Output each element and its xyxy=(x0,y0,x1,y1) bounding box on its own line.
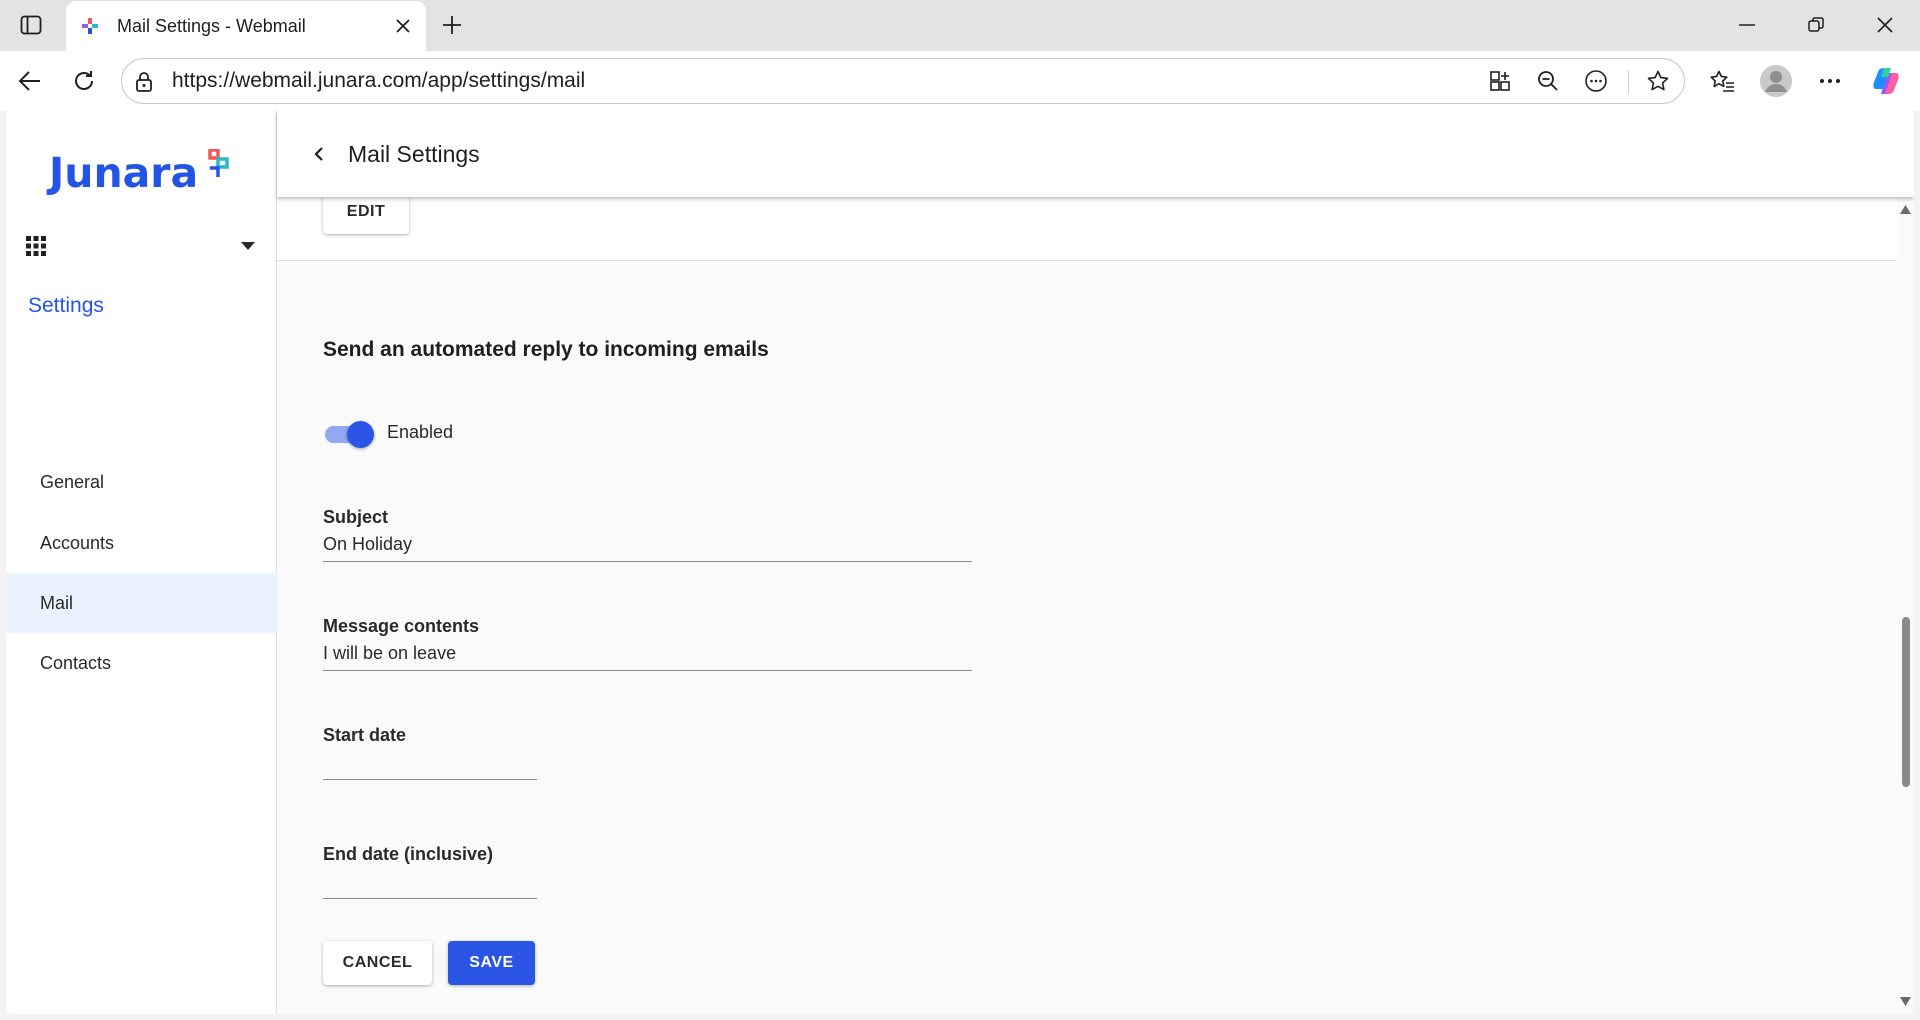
sidebar-item-label: Mail xyxy=(40,593,74,613)
sidebar-toggle-icon xyxy=(20,15,42,35)
refresh-icon xyxy=(75,71,93,90)
tab-actions-button[interactable] xyxy=(14,10,48,40)
content-header: Mail Settings xyxy=(277,111,1914,197)
grid-apps-icon xyxy=(1490,71,1510,91)
browser-tab-active[interactable]: Mail Settings - Webmail xyxy=(66,1,426,51)
page-title: Mail Settings xyxy=(348,141,480,167)
tab-close-button[interactable] xyxy=(386,9,420,43)
star-icon xyxy=(1647,70,1669,91)
app-available-button[interactable] xyxy=(1485,66,1515,96)
profile-button[interactable] xyxy=(1756,61,1796,101)
start-date-label: Start date xyxy=(323,725,407,745)
sidebar-item-accounts[interactable]: Accounts xyxy=(6,513,277,573)
scroll-down-arrow-icon[interactable] xyxy=(1900,997,1911,1006)
previous-setting-card: EDIT xyxy=(277,197,1897,261)
grid-apps-icon[interactable] xyxy=(22,232,50,260)
logo-text: Junara xyxy=(49,149,199,197)
settings-section-label: Settings xyxy=(28,294,104,317)
sidebar-item-label: Contacts xyxy=(40,653,112,673)
auto-reply-toggle[interactable] xyxy=(323,419,375,449)
toggle-label: Enabled xyxy=(387,422,454,442)
junara-favicon-icon xyxy=(78,14,102,38)
browser-toolbar: https://webmail.junara.com/app/settings/… xyxy=(0,51,1920,111)
back-button[interactable] xyxy=(303,138,335,170)
sidebar-item-label: General xyxy=(40,472,105,492)
zoom-out-icon xyxy=(1538,71,1558,91)
junara-logo-mark-icon xyxy=(208,149,229,177)
browser-menu-button[interactable] xyxy=(1810,61,1850,101)
more-horizontal-icon xyxy=(1820,79,1840,83)
copilot-button[interactable] xyxy=(1866,61,1906,101)
window-close-button[interactable] xyxy=(1852,0,1918,50)
address-bar[interactable]: https://webmail.junara.com/app/settings/… xyxy=(121,58,1685,104)
favorites-list-icon xyxy=(1710,70,1734,92)
settings-content[interactable]: EDIT Send an automated reply to incoming… xyxy=(277,197,1897,1014)
favorites-button[interactable] xyxy=(1702,61,1742,101)
copilot-icon xyxy=(1873,68,1899,94)
auto-reply-title: Send an automated reply to incoming emai… xyxy=(323,338,769,361)
web-page: Junara Settings General Accounts Mail Co… xyxy=(6,111,1914,1014)
zoom-button[interactable] xyxy=(1533,66,1563,96)
avatar-icon xyxy=(1760,65,1792,97)
chevron-left-icon xyxy=(314,147,323,161)
sidebar: Junara Settings General Accounts Mail Co… xyxy=(6,111,277,1014)
caret-down-icon[interactable] xyxy=(234,232,262,260)
page-more-button[interactable] xyxy=(1581,66,1611,96)
start-date-input[interactable] xyxy=(323,746,537,780)
end-date-label: End date (inclusive) xyxy=(323,844,494,864)
back-nav-button[interactable] xyxy=(10,61,50,101)
minimize-button[interactable] xyxy=(1714,0,1780,50)
more-circle-icon xyxy=(1585,70,1607,92)
arrow-left-icon xyxy=(18,71,40,91)
close-icon xyxy=(1877,17,1893,33)
subject-input[interactable] xyxy=(323,528,972,562)
scrollbar-thumb[interactable] xyxy=(1902,617,1910,787)
toggle-thumb xyxy=(347,421,374,448)
close-icon xyxy=(396,19,410,33)
omnibox-divider xyxy=(1628,70,1629,94)
message-contents-label: Message contents xyxy=(323,616,480,636)
restore-icon xyxy=(1808,17,1824,32)
sidebar-item-contacts[interactable]: Contacts xyxy=(6,633,277,693)
refresh-button[interactable] xyxy=(64,61,104,101)
cancel-button[interactable]: CANCEL xyxy=(323,941,432,985)
favorite-button[interactable] xyxy=(1643,66,1673,96)
app-switcher[interactable] xyxy=(6,224,277,268)
scroll-up-arrow-icon[interactable] xyxy=(1900,205,1911,214)
end-date-input[interactable] xyxy=(323,865,537,899)
restore-button[interactable] xyxy=(1783,0,1849,50)
tab-title: Mail Settings - Webmail xyxy=(117,15,306,36)
url-text[interactable]: https://webmail.junara.com/app/settings/… xyxy=(172,59,585,103)
subject-label: Subject xyxy=(323,507,389,527)
junara-logo[interactable]: Junara xyxy=(49,147,230,197)
minimize-icon xyxy=(1739,24,1755,26)
browser-tab-strip: Mail Settings - Webmail xyxy=(0,0,1920,51)
edit-button[interactable]: EDIT xyxy=(323,197,409,234)
new-tab-button[interactable] xyxy=(434,8,470,42)
sidebar-item-mail[interactable]: Mail xyxy=(6,573,277,633)
content-scrollbar[interactable] xyxy=(1897,197,1914,1014)
sidebar-item-label: Accounts xyxy=(40,533,115,553)
plus-icon xyxy=(443,16,461,34)
sidebar-item-general[interactable]: General xyxy=(6,452,277,512)
save-button[interactable]: SAVE xyxy=(448,941,535,985)
message-contents-input[interactable] xyxy=(323,637,972,671)
lock-icon[interactable] xyxy=(132,70,156,94)
